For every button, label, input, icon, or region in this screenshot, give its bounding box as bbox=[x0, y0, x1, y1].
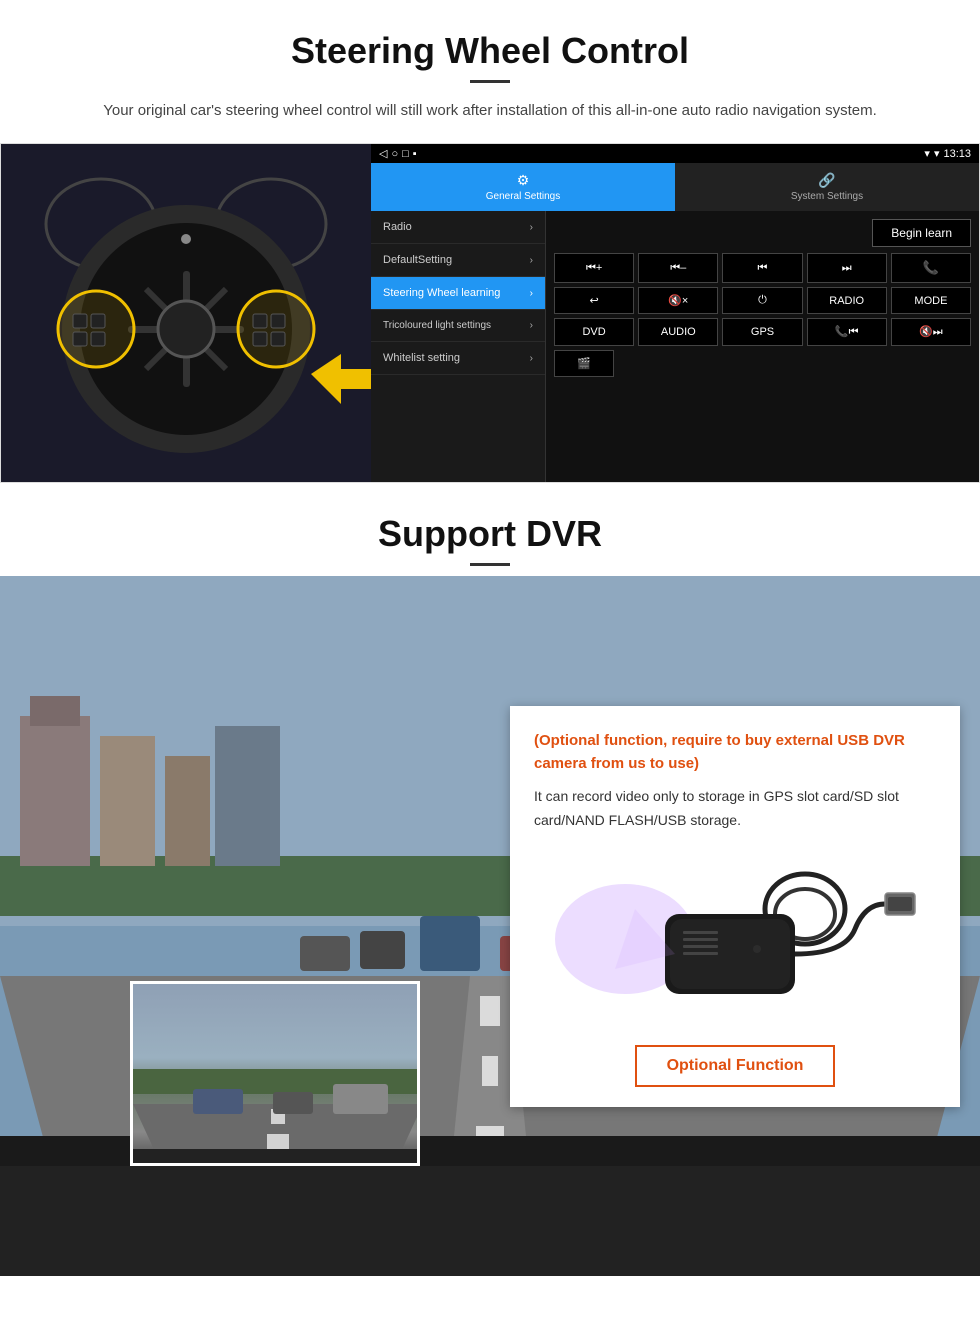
dvr-title-area: Support DVR bbox=[0, 483, 980, 576]
phone-button[interactable]: 📞 bbox=[891, 253, 971, 283]
menu-item-tricoloured[interactable]: Tricoloured light settings › bbox=[371, 310, 545, 342]
mute-next-button[interactable]: 🔇⏭ bbox=[891, 318, 971, 346]
dvd-button[interactable]: DVD bbox=[554, 318, 634, 346]
menu-item-whitelist[interactable]: Whitelist setting › bbox=[371, 342, 545, 375]
dvr-divider bbox=[470, 563, 510, 566]
media-button[interactable]: 🎬 bbox=[554, 350, 614, 377]
page-title: Steering Wheel Control bbox=[40, 30, 940, 72]
menu-item-radio[interactable]: Radio › bbox=[371, 211, 545, 244]
optional-function-button[interactable]: Optional Function bbox=[635, 1045, 836, 1087]
steering-wheel-image bbox=[1, 144, 371, 483]
android-content-area: Radio › DefaultSetting › Steering Wheel … bbox=[371, 211, 979, 482]
control-row-2: ↩ 🔇× ⏻ RADIO MODE bbox=[554, 287, 971, 314]
tab-system-settings[interactable]: 🔗 System Settings bbox=[675, 163, 979, 211]
menu-item-steering-label: Steering Wheel learning bbox=[383, 287, 500, 299]
chevron-right-icon: › bbox=[530, 288, 533, 299]
vol-up-button[interactable]: ⏮+ bbox=[554, 253, 634, 283]
dvr-content-area: (Optional function, require to buy exter… bbox=[0, 576, 980, 1276]
dvr-camera-illustration bbox=[534, 849, 936, 1029]
section-subtitle: Your original car's steering wheel contr… bbox=[80, 99, 900, 123]
begin-learn-button[interactable]: Begin learn bbox=[872, 219, 971, 247]
dvr-camera-svg bbox=[535, 849, 935, 1029]
steering-demo-area: ◁ ○ □ ▪ ▾ ▾ 13:13 ⚙ General Settings 🔗 S… bbox=[0, 143, 980, 483]
tab-general-label: General Settings bbox=[486, 191, 561, 202]
vol-down-button[interactable]: ⏮– bbox=[638, 253, 718, 283]
android-tabs[interactable]: ⚙ General Settings 🔗 System Settings bbox=[371, 163, 979, 211]
begin-learn-row: Begin learn bbox=[554, 219, 971, 247]
wifi-icon: ▾ bbox=[934, 147, 940, 160]
menu-item-tricoloured-label: Tricoloured light settings bbox=[383, 320, 491, 331]
chevron-right-icon: › bbox=[530, 353, 533, 364]
dvr-section: Support DVR bbox=[0, 483, 980, 1276]
tab-general-settings[interactable]: ⚙ General Settings bbox=[371, 163, 675, 211]
status-time: 13:13 bbox=[943, 148, 971, 160]
dvr-description: It can record video only to storage in G… bbox=[534, 785, 936, 833]
chevron-right-icon: › bbox=[530, 320, 533, 331]
settings-icon: 🔗 bbox=[818, 172, 835, 189]
menu-item-defaultsetting[interactable]: DefaultSetting › bbox=[371, 244, 545, 277]
extra-icon: ▪ bbox=[413, 148, 417, 160]
prev-track-button[interactable]: ⏮ bbox=[722, 253, 802, 283]
home-icon: ○ bbox=[391, 148, 398, 160]
menu-item-default-label: DefaultSetting bbox=[383, 254, 452, 266]
android-panel: ◁ ○ □ ▪ ▾ ▾ 13:13 ⚙ General Settings 🔗 S… bbox=[371, 144, 979, 482]
wheel-svg bbox=[1, 144, 371, 483]
dashcam-road-svg bbox=[133, 984, 420, 1166]
chevron-right-icon: › bbox=[530, 222, 533, 233]
gear-icon: ⚙ bbox=[517, 172, 530, 189]
control-row-1: ⏮+ ⏮– ⏮ ⏭ 📞 bbox=[554, 253, 971, 283]
tab-system-label: System Settings bbox=[791, 191, 863, 202]
mode-button[interactable]: MODE bbox=[891, 287, 971, 314]
dvr-info-box: (Optional function, require to buy exter… bbox=[510, 706, 960, 1107]
signal-icon: ▾ bbox=[924, 147, 930, 160]
control-row-3: DVD AUDIO GPS 📞⏮ 🔇⏭ bbox=[554, 318, 971, 346]
dvr-title: Support DVR bbox=[40, 513, 940, 555]
control-panel: Begin learn ⏮+ ⏮– ⏮ ⏭ 📞 ↩ 🔇× ⏻ RADIO bbox=[546, 211, 979, 482]
radio-button[interactable]: RADIO bbox=[807, 287, 887, 314]
menu-item-steering-wheel[interactable]: Steering Wheel learning › bbox=[371, 277, 545, 310]
menu-item-whitelist-label: Whitelist setting bbox=[383, 352, 460, 364]
steering-section: Steering Wheel Control Your original car… bbox=[0, 0, 980, 123]
gps-button[interactable]: GPS bbox=[722, 318, 802, 346]
dvr-optional-text: (Optional function, require to buy exter… bbox=[534, 730, 936, 775]
mute-button[interactable]: 🔇× bbox=[638, 287, 718, 314]
control-row-4: 🎬 bbox=[554, 350, 971, 377]
next-track-button[interactable]: ⏭ bbox=[807, 253, 887, 283]
wheel-background bbox=[1, 144, 371, 483]
back-button[interactable]: ↩ bbox=[554, 287, 634, 314]
overview-icon: □ bbox=[402, 148, 409, 160]
chevron-right-icon: › bbox=[530, 255, 533, 266]
dashcam-inset-image bbox=[130, 981, 420, 1166]
phone-prev-button[interactable]: 📞⏮ bbox=[807, 318, 887, 346]
menu-item-radio-label: Radio bbox=[383, 221, 412, 233]
settings-menu-list: Radio › DefaultSetting › Steering Wheel … bbox=[371, 211, 546, 482]
audio-button[interactable]: AUDIO bbox=[638, 318, 718, 346]
title-divider bbox=[470, 80, 510, 83]
back-icon: ◁ bbox=[379, 147, 387, 160]
power-button[interactable]: ⏻ bbox=[722, 287, 802, 314]
android-statusbar: ◁ ○ □ ▪ ▾ ▾ 13:13 bbox=[371, 144, 979, 163]
